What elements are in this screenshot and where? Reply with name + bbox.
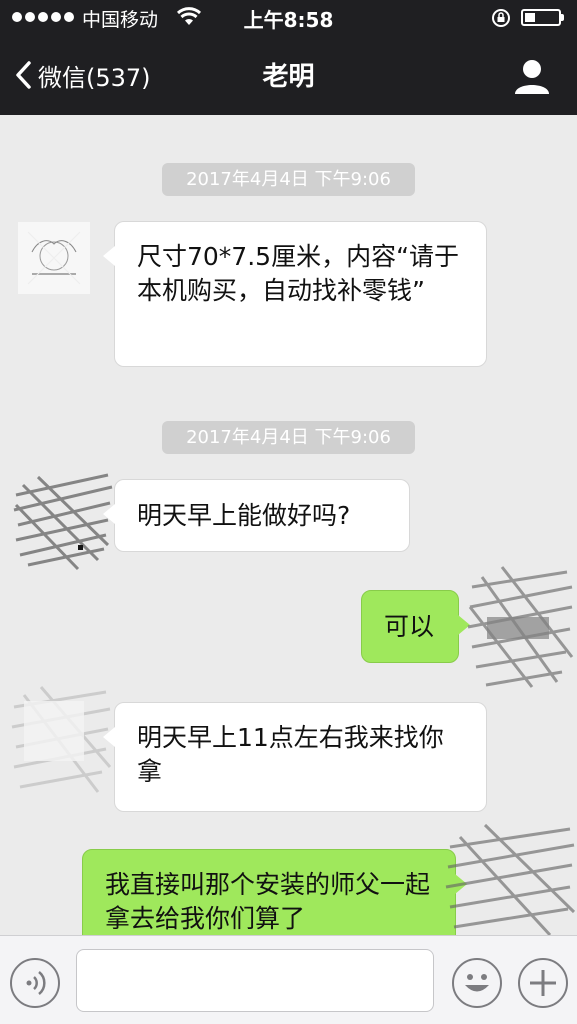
rotation-lock-icon bbox=[492, 9, 510, 27]
chat-area[interactable]: 2017年4月4日 下午9:06 尺寸70*7.5厘米，内容“请于本机购买，自动… bbox=[0, 115, 577, 935]
smiley-icon bbox=[465, 974, 489, 992]
message-input[interactable] bbox=[76, 949, 434, 1012]
incoming-message[interactable]: 尺寸70*7.5厘米，内容“请于本机购买，自动找补零钱” bbox=[103, 221, 487, 367]
more-button[interactable] bbox=[518, 958, 568, 1008]
incoming-message[interactable]: 明天早上11点左右我来找你拿 bbox=[103, 702, 487, 812]
status-bar: 中国移动 上午8:58 bbox=[0, 0, 577, 36]
own-avatar[interactable] bbox=[462, 557, 577, 692]
battery-icon bbox=[521, 9, 561, 26]
contact-avatar[interactable] bbox=[6, 677, 116, 802]
own-avatar[interactable] bbox=[440, 817, 577, 935]
timestamp-chip: 2017年4月4日 下午9:06 bbox=[162, 421, 415, 454]
input-bar bbox=[0, 935, 577, 1024]
incoming-message[interactable]: 明天早上能做好吗? bbox=[103, 479, 410, 552]
chat-title: 老明 bbox=[262, 62, 315, 92]
timestamp-chip: 2017年4月4日 下午9:06 bbox=[162, 163, 415, 196]
emoji-button[interactable] bbox=[452, 958, 502, 1008]
contact-avatar[interactable] bbox=[8, 465, 118, 575]
outgoing-message[interactable]: 我直接叫那个安装的师父一起拿去给我你们算了 bbox=[82, 849, 467, 935]
header: 中国移动 上午8:58 微信(537) 老明 bbox=[0, 0, 577, 115]
contact-avatar[interactable] bbox=[18, 222, 90, 294]
plus-icon bbox=[530, 970, 556, 996]
voice-button[interactable] bbox=[10, 958, 60, 1008]
battery-tip bbox=[561, 14, 564, 21]
profile-icon[interactable] bbox=[512, 56, 552, 96]
outgoing-message[interactable]: 可以 bbox=[361, 590, 470, 663]
voice-icon bbox=[26, 971, 46, 995]
